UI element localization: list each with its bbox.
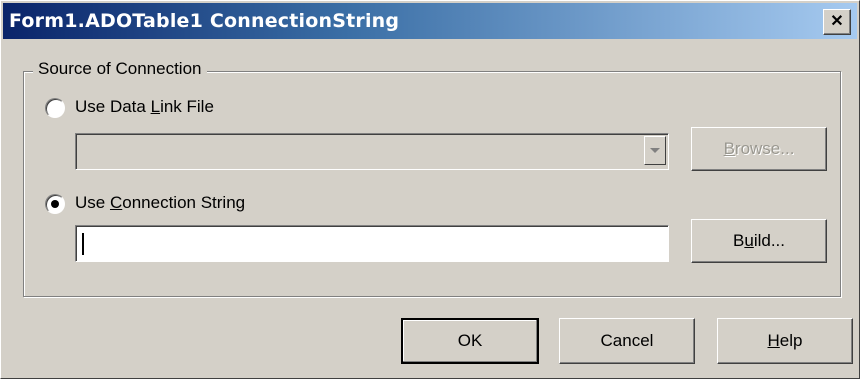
- build-button[interactable]: Build...: [691, 219, 827, 263]
- ok-button[interactable]: OK: [401, 318, 539, 364]
- title-bar[interactable]: Form1.ADOTable1 ConnectionString ✕: [3, 3, 857, 39]
- build-label: Build...: [733, 231, 785, 250]
- browse-button[interactable]: Browse...: [691, 127, 827, 171]
- use-data-link-file-radio[interactable]: [45, 98, 65, 118]
- use-connection-string-radio[interactable]: [45, 194, 65, 214]
- cancel-label: Cancel: [600, 331, 654, 350]
- browse-label: Browse...: [723, 139, 795, 158]
- use-data-link-file-label[interactable]: Use Data Link File: [75, 97, 214, 117]
- combobox-dropdown-button[interactable]: [644, 136, 666, 165]
- connection-string-dialog: Form1.ADOTable1 ConnectionString ✕ Sourc…: [0, 0, 860, 379]
- connection-string-input[interactable]: [75, 225, 669, 262]
- ok-label: OK: [457, 331, 483, 350]
- data-link-file-combobox[interactable]: [75, 133, 669, 170]
- help-label: Help: [767, 331, 803, 350]
- help-button[interactable]: Help: [717, 318, 853, 364]
- use-connection-string-label[interactable]: Use Connection String: [75, 193, 245, 213]
- cancel-button[interactable]: Cancel: [559, 318, 695, 364]
- close-icon: ✕: [830, 13, 844, 30]
- close-button[interactable]: ✕: [823, 9, 851, 35]
- text-caret: [82, 233, 84, 255]
- window-title: Form1.ADOTable1 ConnectionString: [9, 10, 400, 32]
- group-title: Source of Connection: [33, 59, 207, 79]
- radio-selected-dot: [51, 200, 59, 208]
- chevron-down-icon: [650, 148, 660, 153]
